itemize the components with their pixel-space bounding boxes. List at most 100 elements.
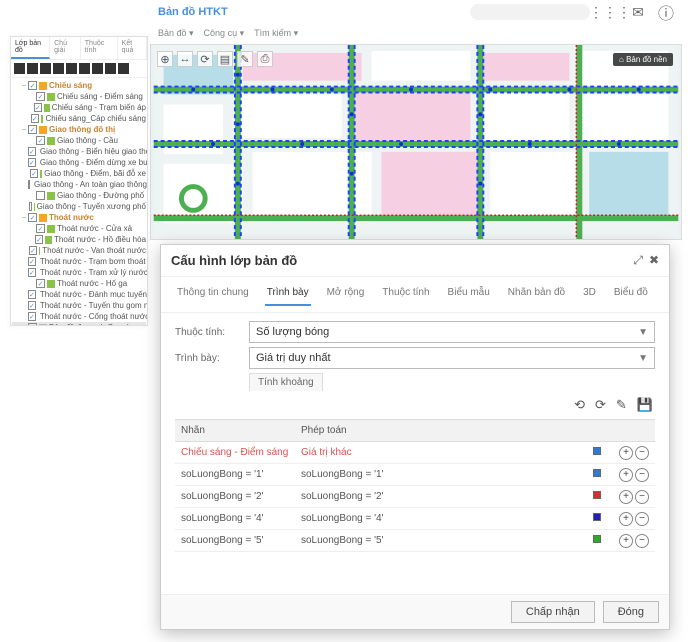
add-icon[interactable]: +	[619, 512, 633, 526]
table-row[interactable]: soLuongBong = '5'soLuongBong = '5'+−	[175, 530, 655, 552]
chat-icon[interactable]: ✉	[630, 4, 646, 20]
reload-icon[interactable]: ⟳	[595, 397, 606, 413]
table-row[interactable]: soLuongBong = '4'soLuongBong = '4'+−	[175, 508, 655, 530]
layers-icon[interactable]: ▤	[217, 51, 233, 67]
draw-icon[interactable]: ✎	[237, 51, 253, 67]
table-row[interactable]: soLuongBong = '2'soLuongBong = '2'+−	[175, 486, 655, 508]
menu-map[interactable]: Bản đồ ▾	[158, 28, 194, 39]
dialog-tab[interactable]: Mở rộng	[325, 283, 367, 306]
close-button[interactable]: Đóng	[603, 601, 659, 623]
tool-icon[interactable]	[53, 63, 64, 74]
edit-icon[interactable]: ✎	[616, 397, 627, 413]
remove-icon[interactable]: −	[635, 468, 649, 482]
refresh-icon[interactable]: ⟲	[574, 397, 585, 413]
expand-icon[interactable]: ⤢	[633, 253, 643, 268]
tool-icon[interactable]	[66, 63, 77, 74]
tool-icon[interactable]	[105, 63, 116, 74]
render-row: Trình bày: Giá trị duy nhất ▼	[175, 347, 655, 369]
remove-icon[interactable]: −	[635, 490, 649, 504]
render-subtab: Tính khoảng	[249, 373, 655, 391]
tool-icon[interactable]	[92, 63, 103, 74]
tree-layer[interactable]: ✓Thoát nước - Hồ điều hòa	[12, 234, 146, 245]
measure-icon[interactable]: ↔	[177, 51, 193, 67]
color-swatch[interactable]	[593, 535, 601, 543]
locate-icon[interactable]: ⊕	[157, 51, 173, 67]
add-icon[interactable]: +	[619, 534, 633, 548]
row-op: soLuongBong = '5'	[295, 535, 587, 546]
apps-icon[interactable]: ⋮⋮⋮	[602, 4, 618, 20]
print-icon[interactable]: ⎙	[257, 51, 273, 67]
tab-legend[interactable]: Chú giải	[50, 37, 81, 59]
table-row[interactable]: soLuongBong = '1'soLuongBong = '1'+−	[175, 464, 655, 486]
remove-icon[interactable]: −	[635, 446, 649, 460]
remove-icon[interactable]: −	[635, 534, 649, 548]
tree-layer[interactable]: ✓Chiếu sáng - Trạm biến áp	[12, 102, 146, 113]
tool-icon[interactable]	[27, 63, 38, 74]
search-input[interactable]	[470, 4, 590, 20]
color-swatch[interactable]	[593, 447, 601, 455]
tree-layer[interactable]: ✓Chiếu sáng_Cáp chiếu sáng	[12, 113, 146, 124]
map-canvas[interactable]: ⊕ ↔ ⟳ ▤ ✎ ⎙ ⌂ Bản đồ nền	[150, 44, 682, 240]
tree-group[interactable]: −✓Giao thông đô thị	[12, 124, 146, 135]
table-row[interactable]: Chiếu sáng - Điểm sángGiá trị khác+−	[175, 442, 655, 464]
remove-icon[interactable]: −	[635, 512, 649, 526]
tree-layer[interactable]: ✓Giao thông - Cầu	[12, 135, 146, 146]
dialog-tabs: Thông tin chung Trình bày Mở rộng Thuộc tín…	[161, 277, 669, 313]
dialog-tab[interactable]: Thông tin chung	[175, 283, 251, 306]
chevron-down-icon: ▼	[638, 353, 648, 364]
menu-search[interactable]: Tìm kiếm ▾	[254, 28, 298, 39]
tab-result[interactable]: Kết quả	[118, 37, 147, 59]
close-icon[interactable]: ✖	[649, 253, 659, 268]
tab-layers[interactable]: Lớp bản đồ	[11, 37, 50, 59]
tree-layer[interactable]: ✓Thoát nước - Hố ga	[12, 278, 146, 289]
add-icon[interactable]: +	[619, 468, 633, 482]
info-icon[interactable]: ⓘ	[658, 4, 674, 20]
subtab-range[interactable]: Tính khoảng	[249, 373, 323, 391]
tool-icon[interactable]	[14, 63, 25, 74]
tree-layer[interactable]: ✓Giao thông - Biển hiệu giao thông	[12, 146, 146, 157]
tree-layer[interactable]: Giao thông - Tuyến xương phố	[12, 201, 146, 212]
tree-layer[interactable]: ✓Thoát nước - Tuyến thu gom nước thải	[12, 300, 146, 311]
tool-icon[interactable]	[79, 63, 90, 74]
tree-layer[interactable]: ✓Giao thông - Điểm dừng xe buýt	[12, 157, 146, 168]
refresh-icon[interactable]: ⟳	[197, 51, 213, 67]
tree-group[interactable]: −✓Chiếu sáng	[12, 80, 146, 91]
tree-layer[interactable]: ✓Thoát nước - Trạm bơm thoát nước	[12, 256, 146, 267]
tool-icon[interactable]	[40, 63, 51, 74]
tree-layer[interactable]: ✓Thoát nước - Cửa xả	[12, 223, 146, 234]
dialog-tab[interactable]: 3D	[581, 283, 598, 306]
row-label: soLuongBong = '1'	[175, 469, 295, 480]
tree-layer[interactable]: ✓Thoát nước - Trạm xử lý nước thải	[12, 267, 146, 278]
render-select[interactable]: Giá trị duy nhất ▼	[249, 347, 655, 369]
add-icon[interactable]: +	[619, 446, 633, 460]
color-swatch[interactable]	[593, 469, 601, 477]
tree-layer[interactable]: ✓Thoát nước - Cống thoát nước	[12, 311, 146, 322]
basemap-badge[interactable]: ⌂ Bản đồ nền	[613, 53, 673, 66]
dialog-tab[interactable]: Nhãn bản đồ	[506, 283, 567, 306]
color-swatch[interactable]	[593, 513, 601, 521]
attribute-select[interactable]: Số lượng bóng ▼	[249, 321, 655, 343]
row-op: Giá trị khác	[295, 447, 587, 458]
add-icon[interactable]: +	[619, 490, 633, 504]
dialog-tab[interactable]: Thuộc tính	[380, 283, 431, 306]
th-op: Phép toán	[295, 420, 587, 441]
dialog-tab[interactable]: Biểu mẫu	[446, 283, 492, 306]
tree-layer[interactable]: Bản đồ đa canh Google	[12, 322, 146, 326]
render-value: Giá trị duy nhất	[256, 352, 331, 364]
tree-group[interactable]: −✓Thoát nước	[12, 212, 146, 223]
tree-layer[interactable]: ✓Thoát nước - Van thoát nước	[12, 245, 146, 256]
tree-layer[interactable]: Giao thông - An toàn giao thông	[12, 179, 146, 190]
tree-layer[interactable]: ✓Giao thông - Điểm, bãi đỗ xe	[12, 168, 146, 179]
color-swatch[interactable]	[593, 491, 601, 499]
save-icon[interactable]: 💾	[637, 397, 653, 413]
accept-button[interactable]: Chấp nhận	[511, 601, 595, 623]
tree-layer[interactable]: Giao thông - Đường phố	[12, 190, 146, 201]
dialog-tab[interactable]: Trình bày	[265, 283, 311, 306]
app-title: Bản đồ HTKT	[158, 6, 228, 18]
dialog-tab[interactable]: Biểu đồ	[612, 283, 650, 306]
tree-layer[interactable]: ✓Thoát nước - Đánh mục tuyến thoát	[12, 289, 146, 300]
tab-attr[interactable]: Thuộc tính	[81, 37, 118, 59]
menu-tools[interactable]: Công cụ ▾	[204, 28, 245, 39]
tree-layer[interactable]: ✓Chiếu sáng - Điểm sáng	[12, 91, 146, 102]
tool-icon[interactable]	[118, 63, 129, 74]
